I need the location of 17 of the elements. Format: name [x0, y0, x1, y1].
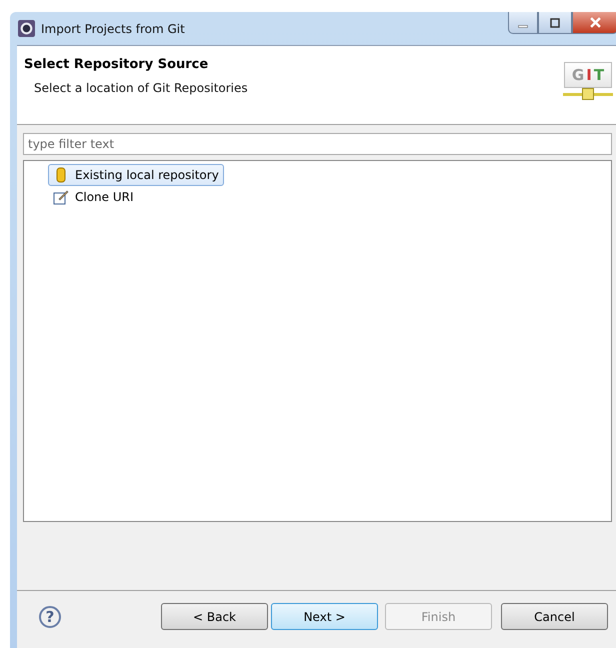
- dialog-button[interactable]: Cancel: [501, 603, 608, 630]
- pencil-edit-icon: [53, 189, 69, 205]
- dialog-button[interactable]: < Back: [161, 603, 268, 630]
- ring-icon: [18, 20, 35, 37]
- close-button[interactable]: [572, 12, 616, 34]
- dialog-button[interactable]: Next >: [271, 603, 378, 630]
- page-description: Select a location of Git Repositories: [34, 81, 249, 95]
- close-icon: [590, 17, 600, 28]
- help-button[interactable]: ?: [39, 606, 61, 628]
- maximize-button[interactable]: [538, 12, 572, 34]
- page-title: Select Repository Source: [24, 57, 210, 72]
- minimize-icon: [518, 24, 528, 28]
- maximize-icon: [550, 18, 560, 28]
- filter-field[interactable]: type filter text: [23, 133, 612, 155]
- tree-item[interactable]: Clone URI: [48, 186, 139, 208]
- window-title: Import Projects from Git: [41, 22, 186, 36]
- tree-item[interactable]: Existing local repository: [48, 164, 224, 186]
